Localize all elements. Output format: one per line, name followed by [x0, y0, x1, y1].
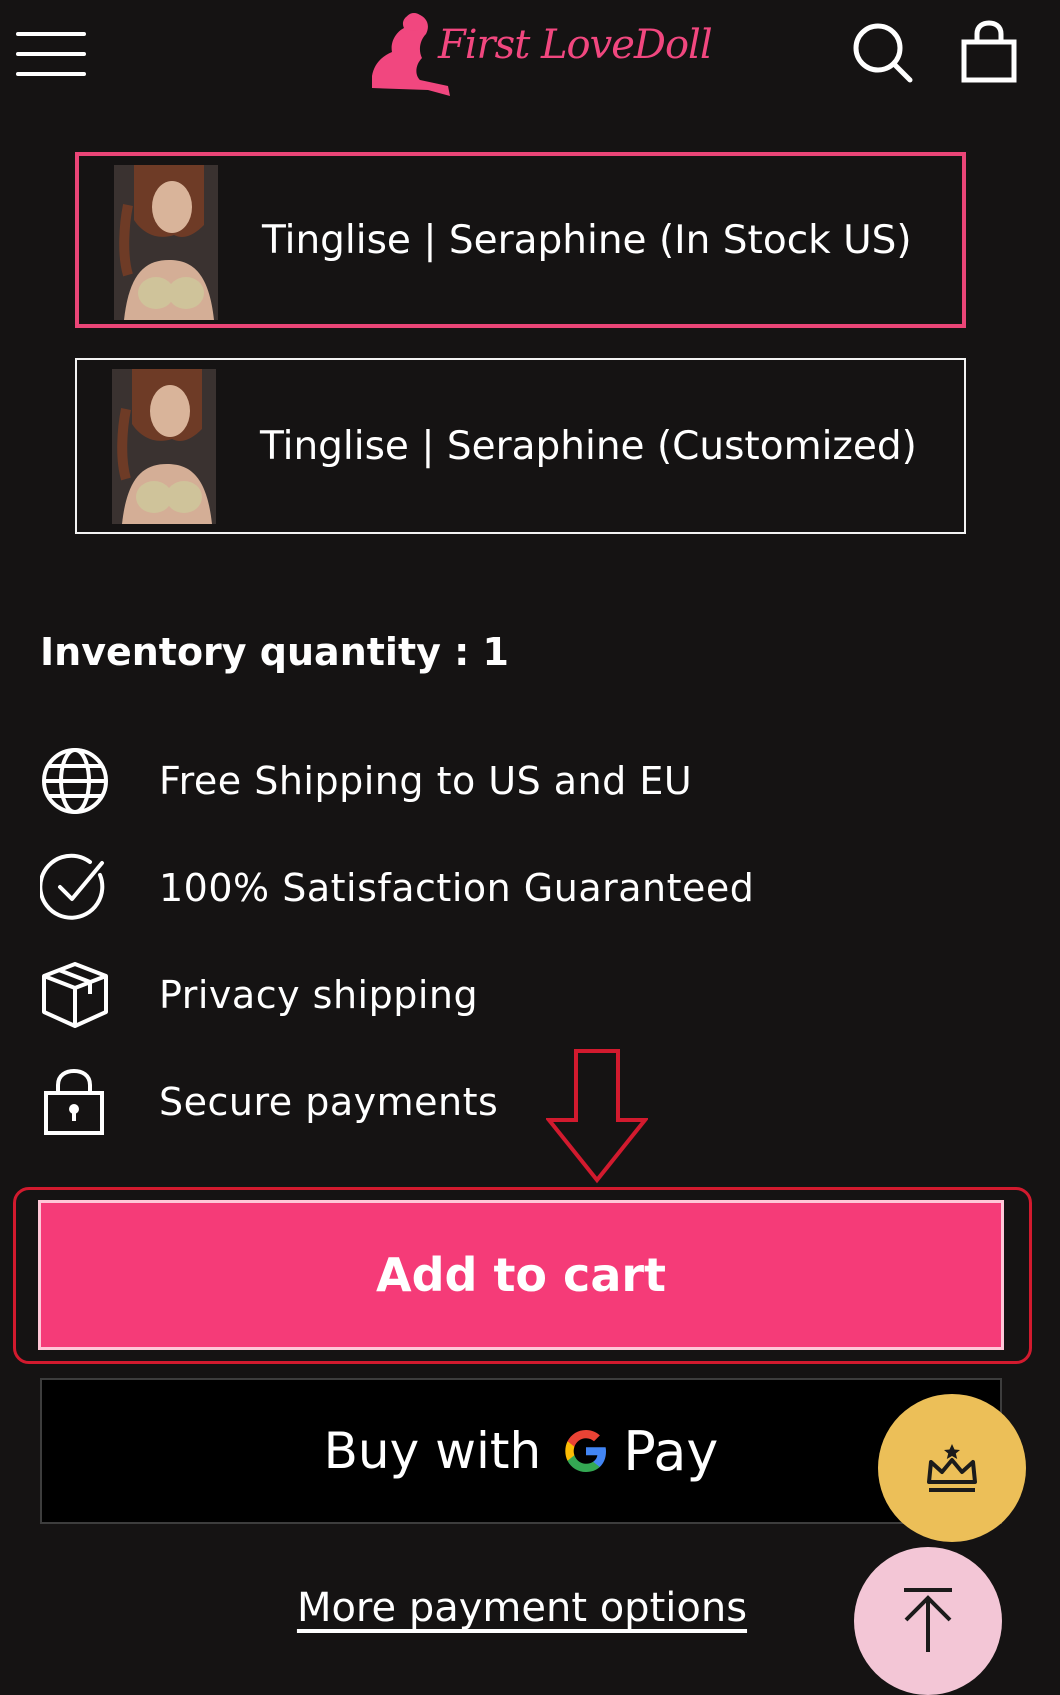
- site-logo[interactable]: First LoveDoll: [370, 8, 713, 98]
- back-to-top-button[interactable]: [854, 1547, 1002, 1695]
- buy-with-gpay-button[interactable]: Buy with Pay: [40, 1378, 1002, 1524]
- annotation-down-arrow-icon: [544, 1048, 650, 1184]
- gpay-buy-label: Buy with: [323, 1422, 542, 1480]
- variant-option-in-stock-us[interactable]: Tinglise | Seraphine (In Stock US): [75, 152, 966, 328]
- variant-label: Tinglise | Seraphine (Customized): [260, 423, 917, 469]
- feature-free-shipping: Free Shipping to US and EU: [40, 746, 860, 826]
- site-header: First LoveDoll: [0, 0, 1060, 115]
- google-g-icon: [565, 1430, 607, 1472]
- inventory-quantity: Inventory quantity : 1: [40, 630, 509, 674]
- feature-text: Privacy shipping: [159, 973, 479, 1017]
- variant-option-customized[interactable]: Tinglise | Seraphine (Customized): [75, 358, 966, 534]
- variant-thumbnail-image: [112, 369, 216, 524]
- variant-thumbnail-image: [114, 165, 218, 320]
- check-circle-icon: [38, 853, 110, 923]
- feature-text: Free Shipping to US and EU: [159, 759, 693, 803]
- feature-privacy-shipping: Privacy shipping: [40, 960, 860, 1040]
- shopping-bag-icon[interactable]: [960, 20, 1020, 84]
- feature-text: 100% Satisfaction Guaranteed: [159, 866, 755, 910]
- globe-icon: [40, 746, 110, 816]
- crown-icon: [927, 1444, 977, 1492]
- gpay-pay-label: Pay: [623, 1419, 719, 1483]
- add-to-cart-button[interactable]: Add to cart: [38, 1200, 1004, 1350]
- feature-text: Secure payments: [159, 1080, 499, 1124]
- rewards-button[interactable]: [878, 1394, 1026, 1542]
- box-icon: [40, 960, 110, 1030]
- search-icon[interactable]: [852, 22, 916, 86]
- feature-secure-payments: Secure payments: [40, 1067, 860, 1147]
- feature-satisfaction: 100% Satisfaction Guaranteed: [38, 853, 860, 933]
- menu-icon[interactable]: [16, 30, 88, 80]
- variant-label: Tinglise | Seraphine (In Stock US): [262, 217, 912, 263]
- lock-icon: [40, 1067, 110, 1137]
- arrow-up-icon: [904, 1588, 952, 1652]
- logo-text: First LoveDoll: [438, 22, 713, 68]
